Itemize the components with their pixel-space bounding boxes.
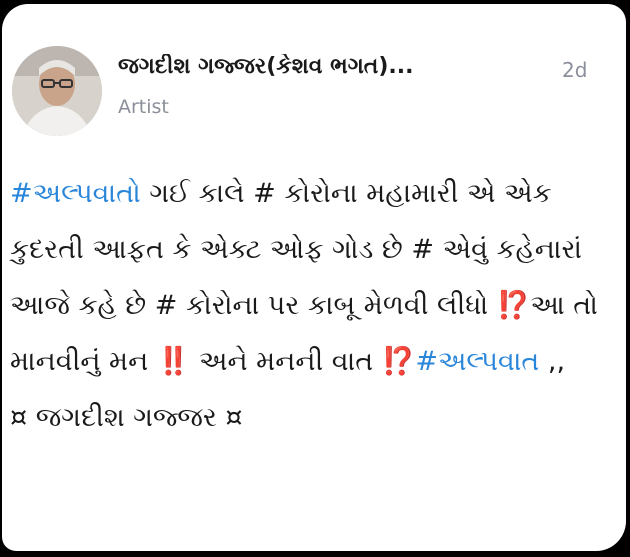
interrobang-emoji-icon: ⁉️ bbox=[381, 346, 416, 377]
post-text: ,, bbox=[539, 346, 566, 377]
double-exclamation-emoji-icon: ‼️ bbox=[156, 346, 191, 377]
avatar-photo bbox=[12, 46, 102, 136]
post-card[interactable]: જગદીશ ગજ્જર(કેશવ ભગત)... 2d Artist #અલ્પ… bbox=[2, 4, 626, 551]
hashtag-link[interactable]: #અલ્પવાત bbox=[415, 346, 539, 377]
author-role: Artist bbox=[118, 96, 169, 118]
post-age: 2d bbox=[562, 58, 588, 82]
hashtag-link[interactable]: #અલ્પવાતો bbox=[10, 178, 141, 209]
post-body: #અલ્પવાતો ગઈ કાલે # કોરોના મહામારી એ એક … bbox=[10, 166, 618, 446]
author-name[interactable]: જગદીશ ગજ્જર(કેશવ ભગત)... bbox=[118, 54, 508, 79]
signature: ¤ જગદીશ ગજ્જર ¤ bbox=[10, 402, 243, 433]
interrobang-emoji-icon: ⁉️ bbox=[496, 290, 531, 321]
author-avatar[interactable] bbox=[12, 46, 102, 136]
post-text: અને મનની વાત bbox=[190, 346, 382, 377]
